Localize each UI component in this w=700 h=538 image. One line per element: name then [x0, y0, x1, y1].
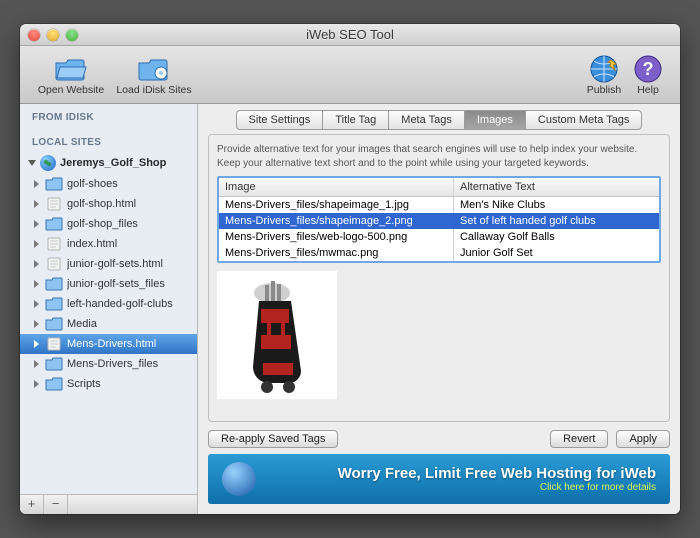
tree-item[interactable]: index.html	[20, 234, 197, 254]
table-row[interactable]: Mens-Drivers_files/mwmac.pngJunior Golf …	[219, 245, 659, 261]
load-idisk-button[interactable]: Load iDisk Sites	[110, 54, 198, 96]
file-tree: Jeremys_Golf_Shop golf-shoesgolf-shop.ht…	[20, 152, 197, 494]
folder-icon	[45, 177, 63, 191]
tree-item[interactable]: Mens-Drivers_files	[20, 354, 197, 374]
file-icon	[45, 197, 63, 211]
promo-banner[interactable]: Worry Free, Limit Free Web Hosting for i…	[208, 454, 670, 504]
site-root[interactable]: Jeremys_Golf_Shop	[20, 152, 197, 174]
tab-images[interactable]: Images	[464, 110, 525, 130]
svg-text:?: ?	[643, 59, 654, 79]
tree-item[interactable]: Scripts	[20, 374, 197, 394]
folder-icon	[45, 277, 63, 291]
folder-icon	[45, 377, 63, 391]
file-icon	[45, 237, 63, 251]
publish-button[interactable]: Publish	[580, 54, 628, 96]
images-table[interactable]: Image Alternative Text Mens-Drivers_file…	[217, 176, 661, 263]
tree-item[interactable]: golf-shoes	[20, 174, 197, 194]
tree-item[interactable]: left-handed-golf-clubs	[20, 294, 197, 314]
reapply-button[interactable]: Re-apply Saved Tags	[208, 430, 338, 448]
tree-item[interactable]: junior-golf-sets.html	[20, 254, 197, 274]
tree-item[interactable]: golf-shop.html	[20, 194, 197, 214]
sidebar-heading-local: LOCAL SITES	[20, 127, 197, 152]
window-title: iWeb SEO Tool	[20, 27, 680, 42]
remove-button[interactable]: −	[44, 495, 68, 514]
help-button[interactable]: ? Help	[628, 54, 668, 96]
panel-hint: Provide alternative text for your images…	[217, 143, 661, 170]
images-panel: Provide alternative text for your images…	[208, 134, 670, 422]
folder-icon	[45, 217, 63, 231]
open-website-button[interactable]: Open Website	[32, 54, 110, 96]
tab-site-settings[interactable]: Site Settings	[236, 110, 323, 130]
globe-icon	[40, 155, 56, 171]
globe-publish-icon	[587, 54, 621, 84]
image-preview	[217, 271, 337, 399]
tab-meta-tags[interactable]: Meta Tags	[388, 110, 464, 130]
tab-custom-meta-tags[interactable]: Custom Meta Tags	[525, 110, 643, 130]
tree-item[interactable]: golf-shop_files	[20, 214, 197, 234]
table-row[interactable]: Mens-Drivers_files/shapeimage_2.pngSet o…	[219, 213, 659, 229]
col-alt-text[interactable]: Alternative Text	[454, 178, 659, 196]
tab-bar: Site SettingsTitle TagMeta TagsImagesCus…	[198, 104, 680, 130]
help-icon: ?	[631, 54, 665, 84]
banner-title: Worry Free, Limit Free Web Hosting for i…	[338, 465, 656, 482]
titlebar[interactable]: iWeb SEO Tool	[20, 24, 680, 46]
banner-subtitle: Click here for more details	[540, 482, 656, 493]
toolbar: Open Website Load iDisk Sites Publish ? …	[20, 46, 680, 104]
folder-open-icon	[54, 54, 88, 84]
add-button[interactable]: +	[20, 495, 44, 514]
col-image[interactable]: Image	[219, 178, 454, 196]
revert-button[interactable]: Revert	[550, 430, 608, 448]
tab-title-tag[interactable]: Title Tag	[322, 110, 388, 130]
tree-item[interactable]: Media	[20, 314, 197, 334]
folder-icon	[45, 297, 63, 311]
folder-icon	[45, 357, 63, 371]
banner-logo-icon	[222, 462, 256, 496]
sidebar-footer: + −	[20, 494, 197, 514]
table-row[interactable]: Mens-Drivers_files/web-logo-500.pngCalla…	[219, 229, 659, 245]
folder-idisk-icon	[137, 54, 171, 84]
tree-item[interactable]: Mens-Drivers.html	[20, 334, 197, 354]
sidebar-heading-idisk: FROM IDISK	[20, 104, 197, 127]
tree-item[interactable]: junior-golf-sets_files	[20, 274, 197, 294]
file-icon	[45, 257, 63, 271]
main-pane: Site SettingsTitle TagMeta TagsImagesCus…	[198, 104, 680, 514]
table-header: Image Alternative Text	[219, 178, 659, 197]
apply-button[interactable]: Apply	[616, 430, 670, 448]
file-icon	[45, 337, 63, 351]
button-bar: Re-apply Saved Tags Revert Apply	[198, 430, 680, 454]
folder-icon	[45, 317, 63, 331]
table-row[interactable]: Mens-Drivers_files/shapeimage_1.jpgMen's…	[219, 197, 659, 213]
app-window: iWeb SEO Tool Open Website Load iDisk Si…	[20, 24, 680, 514]
sidebar: FROM IDISK LOCAL SITES Jeremys_Golf_Shop…	[20, 104, 198, 514]
